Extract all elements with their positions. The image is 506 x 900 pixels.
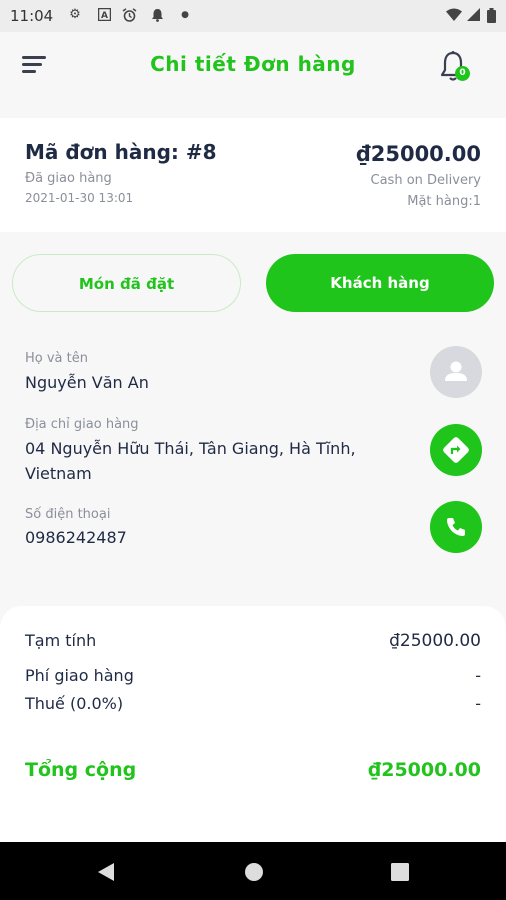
order-date: 2021-01-30 13:01 [25, 191, 134, 205]
status-bar: 11:04 ⚙ A ● [0, 0, 506, 32]
notification-icon [150, 8, 164, 22]
tab-customer[interactable]: Khách hàng [266, 254, 494, 312]
price-summary: Tạm tính ₫25000.00 Phí giao hàng - Thuế … [0, 606, 506, 842]
recents-icon[interactable] [391, 863, 409, 881]
item-count: Mặt hàng:1 [407, 194, 481, 209]
subtotal-label: Tạm tính [25, 631, 97, 650]
order-status: Đã giao hàng [25, 171, 112, 186]
user-icon [445, 361, 467, 381]
signal-icon [466, 8, 480, 22]
svg-text:A: A [101, 11, 108, 21]
shipping-value: - [475, 666, 481, 685]
dot-icon: ● [181, 10, 189, 20]
wifi-icon [446, 8, 462, 22]
back-icon[interactable] [96, 862, 116, 882]
total-value: ₫25000.00 [368, 759, 481, 781]
tax-value: - [475, 694, 481, 713]
order-id: Mã đơn hàng: #8 [25, 140, 217, 164]
delivery-address: 04 Nguyễn Hữu Thái, Tân Giang, Hà Tĩnh, … [25, 439, 356, 483]
phone-label: Số điện thoại [25, 507, 111, 522]
app-bar: Chi tiết Đơn hàng 0 [0, 32, 506, 118]
tab-ordered-items[interactable]: Món đã đặt [12, 254, 241, 312]
order-summary-card: Mã đơn hàng: #8 Đã giao hàng 2021-01-30 … [0, 118, 506, 232]
alarm-icon [122, 8, 137, 22]
directions-icon [443, 437, 469, 463]
subtotal-value: ₫25000.00 [389, 631, 481, 651]
phone-icon [447, 518, 465, 536]
settings-icon: ⚙ [69, 7, 81, 22]
customer-name: Nguyễn Văn An [25, 373, 149, 392]
avatar [430, 346, 482, 398]
phone-number: 0986242487 [25, 528, 127, 547]
page-title: Chi tiết Đơn hàng [150, 52, 356, 76]
total-label: Tổng cộng [25, 759, 137, 781]
tax-label: Thuế (0.0%) [25, 694, 124, 713]
call-button[interactable] [430, 501, 482, 553]
home-icon[interactable] [244, 862, 264, 882]
name-label: Họ và tên [25, 351, 88, 366]
address-label: Địa chỉ giao hàng [25, 417, 139, 432]
directions-button[interactable] [430, 424, 482, 476]
battery-icon [484, 8, 498, 23]
order-price: ₫25000.00 [356, 142, 481, 166]
status-time: 11:04 [10, 7, 54, 25]
shipping-label: Phí giao hàng [25, 666, 134, 685]
system-nav-bar [0, 842, 506, 900]
notification-badge: 0 [455, 66, 470, 81]
text-icon: A [97, 7, 111, 22]
payment-method: Cash on Delivery [370, 173, 481, 188]
